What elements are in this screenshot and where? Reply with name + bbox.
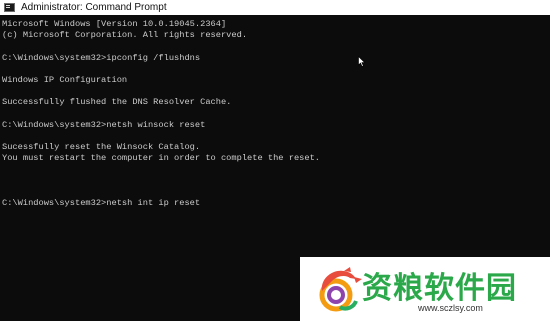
console-line: C:\Windows\system32>ipconfig /flushdns xyxy=(2,52,201,63)
console-line: C:\Windows\system32>netsh winsock reset xyxy=(2,119,206,130)
console-line: Successfully flushed the DNS Resolver Ca… xyxy=(2,97,232,108)
console-line: C:\Windows\system32>netsh int ip reset xyxy=(2,198,201,208)
command-prompt-icon xyxy=(4,3,15,12)
console-lines: Microsoft Windows [Version 10.0.19045.23… xyxy=(2,19,320,209)
watermark-url: www.sczlsy.com xyxy=(418,303,483,313)
window-title: Administrator: Command Prompt xyxy=(21,2,167,13)
console-line: (c) Microsoft Corporation. All rights re… xyxy=(2,30,248,41)
mouse-cursor-icon xyxy=(358,56,366,67)
console-line: Sucessfully reset the Winsock Catalog. xyxy=(2,142,201,153)
console-line: Windows IP Configuration xyxy=(2,74,128,85)
dragon-logo-icon xyxy=(319,267,362,312)
title-bar[interactable]: Administrator: Command Prompt xyxy=(0,0,550,15)
console-line: You must restart the computer in order t… xyxy=(2,153,321,164)
watermark-name: 资粮软件园 xyxy=(362,271,517,306)
watermark-banner: 资粮软件园 www.sczlsy.com xyxy=(300,257,550,321)
console-line: Microsoft Windows [Version 10.0.19045.23… xyxy=(2,19,227,29)
